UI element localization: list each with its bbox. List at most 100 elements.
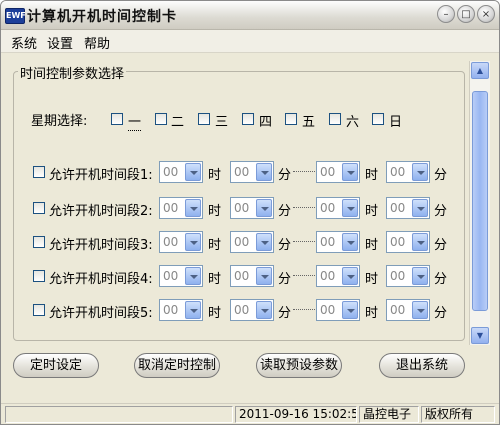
- dropdown-arrow-icon[interactable]: [185, 163, 201, 181]
- end-hour-value: 00: [320, 235, 336, 249]
- menu-item-settings[interactable]: 设置: [47, 33, 73, 52]
- end-hour-select[interactable]: 00: [316, 231, 360, 253]
- end-hour-value: 00: [320, 165, 336, 179]
- end-minute-select[interactable]: 00: [386, 299, 430, 321]
- range-separator: [293, 275, 315, 276]
- status-datetime: 2011-09-16 15:02:5: [235, 406, 357, 423]
- end-hour-value: 00: [320, 303, 336, 317]
- hour-unit: 时: [365, 168, 379, 183]
- scrollbar-thumb[interactable]: [472, 91, 488, 311]
- hour-unit: 时: [365, 272, 379, 287]
- minute-unit: 分: [434, 238, 448, 253]
- start-hour-select[interactable]: 00: [159, 231, 203, 253]
- dropdown-arrow-icon[interactable]: [412, 267, 428, 285]
- dropdown-arrow-icon[interactable]: [342, 199, 358, 217]
- start-minute-select[interactable]: 00: [230, 197, 274, 219]
- window-title: 计算机开机时间控制卡: [27, 9, 177, 25]
- period-checkbox-4[interactable]: [33, 270, 45, 282]
- end-minute-value: 00: [390, 269, 406, 283]
- weekday-label-3: 三: [215, 115, 229, 130]
- start-hour-value: 00: [163, 201, 179, 215]
- end-minute-select[interactable]: 00: [386, 265, 430, 287]
- scroll-up-button[interactable]: ▲: [471, 62, 489, 79]
- dropdown-arrow-icon[interactable]: [256, 199, 272, 217]
- range-separator: [293, 171, 315, 172]
- start-minute-select[interactable]: 00: [230, 299, 274, 321]
- dropdown-arrow-icon[interactable]: [412, 199, 428, 217]
- vertical-scrollbar[interactable]: ▲ ▼: [469, 61, 490, 345]
- minute-unit: 分: [434, 204, 448, 219]
- title-bar[interactable]: EWF 计算机开机时间控制卡 – □ ×: [1, 1, 499, 30]
- close-icon: ×: [481, 9, 491, 20]
- menu-bar: 系统 设置 帮助: [1, 30, 499, 53]
- close-button[interactable]: ×: [477, 5, 495, 23]
- app-icon: EWF: [5, 8, 26, 24]
- dropdown-arrow-icon[interactable]: [185, 267, 201, 285]
- period-checkbox-1[interactable]: [33, 166, 45, 178]
- dropdown-arrow-icon[interactable]: [256, 301, 272, 319]
- dropdown-arrow-icon[interactable]: [342, 233, 358, 251]
- start-hour-select[interactable]: 00: [159, 197, 203, 219]
- weekday-checkbox-5[interactable]: [285, 113, 297, 125]
- end-hour-select[interactable]: 00: [316, 197, 360, 219]
- dropdown-arrow-icon[interactable]: [342, 163, 358, 181]
- period-checkbox-5[interactable]: [33, 304, 45, 316]
- dropdown-arrow-icon[interactable]: [412, 301, 428, 319]
- exit-system-button[interactable]: 退出系统: [379, 353, 465, 378]
- weekday-checkbox-4[interactable]: [242, 113, 254, 125]
- start-hour-select[interactable]: 00: [159, 161, 203, 183]
- hour-unit: 时: [208, 272, 222, 287]
- period-checkbox-3[interactable]: [33, 236, 45, 248]
- start-minute-value: 00: [234, 269, 250, 283]
- end-hour-select[interactable]: 00: [316, 161, 360, 183]
- end-minute-select[interactable]: 00: [386, 161, 430, 183]
- period-checkbox-2[interactable]: [33, 202, 45, 214]
- cancel-timer-button[interactable]: 取消定时控制: [134, 353, 220, 378]
- start-minute-select[interactable]: 00: [230, 265, 274, 287]
- dropdown-arrow-icon[interactable]: [256, 163, 272, 181]
- weekday-label-4: 四: [259, 115, 273, 130]
- weekday-checkbox-6[interactable]: [329, 113, 341, 125]
- end-hour-select[interactable]: 00: [316, 265, 360, 287]
- weekday-checkbox-1[interactable]: [111, 113, 123, 125]
- weekday-checkbox-2[interactable]: [155, 113, 167, 125]
- end-minute-value: 00: [390, 165, 406, 179]
- dropdown-arrow-icon[interactable]: [342, 267, 358, 285]
- set-timer-button[interactable]: 定时设定: [13, 353, 99, 378]
- range-separator: [293, 207, 315, 208]
- dropdown-arrow-icon[interactable]: [256, 233, 272, 251]
- maximize-icon: □: [461, 9, 471, 20]
- dropdown-arrow-icon[interactable]: [412, 233, 428, 251]
- dropdown-arrow-icon[interactable]: [185, 301, 201, 319]
- dropdown-arrow-icon[interactable]: [185, 199, 201, 217]
- end-minute-value: 00: [390, 201, 406, 215]
- status-rights: 版权所有: [421, 406, 495, 423]
- dropdown-arrow-icon[interactable]: [342, 301, 358, 319]
- menu-item-system[interactable]: 系统: [11, 33, 37, 52]
- minute-unit: 分: [278, 272, 292, 287]
- dropdown-arrow-icon[interactable]: [412, 163, 428, 181]
- end-hour-select[interactable]: 00: [316, 299, 360, 321]
- period-label-3: 允许开机时间段3:: [49, 238, 153, 253]
- end-minute-select[interactable]: 00: [386, 197, 430, 219]
- weekday-checkbox-7[interactable]: [372, 113, 384, 125]
- minute-unit: 分: [278, 238, 292, 253]
- dropdown-arrow-icon[interactable]: [256, 267, 272, 285]
- period-label-2: 允许开机时间段2:: [49, 204, 153, 219]
- read-preset-button[interactable]: 读取预设参数: [256, 353, 342, 378]
- menu-item-help[interactable]: 帮助: [84, 33, 110, 52]
- maximize-button[interactable]: □: [457, 5, 475, 23]
- dropdown-arrow-icon[interactable]: [185, 233, 201, 251]
- weekday-checkbox-3[interactable]: [198, 113, 210, 125]
- hour-unit: 时: [208, 306, 222, 321]
- start-hour-select[interactable]: 00: [159, 299, 203, 321]
- end-hour-value: 00: [320, 201, 336, 215]
- end-minute-value: 00: [390, 303, 406, 317]
- start-minute-select[interactable]: 00: [230, 231, 274, 253]
- scroll-down-button[interactable]: ▼: [471, 327, 489, 344]
- start-hour-select[interactable]: 00: [159, 265, 203, 287]
- end-minute-select[interactable]: 00: [386, 231, 430, 253]
- minimize-button[interactable]: –: [437, 5, 455, 23]
- start-minute-select[interactable]: 00: [230, 161, 274, 183]
- start-hour-value: 00: [163, 269, 179, 283]
